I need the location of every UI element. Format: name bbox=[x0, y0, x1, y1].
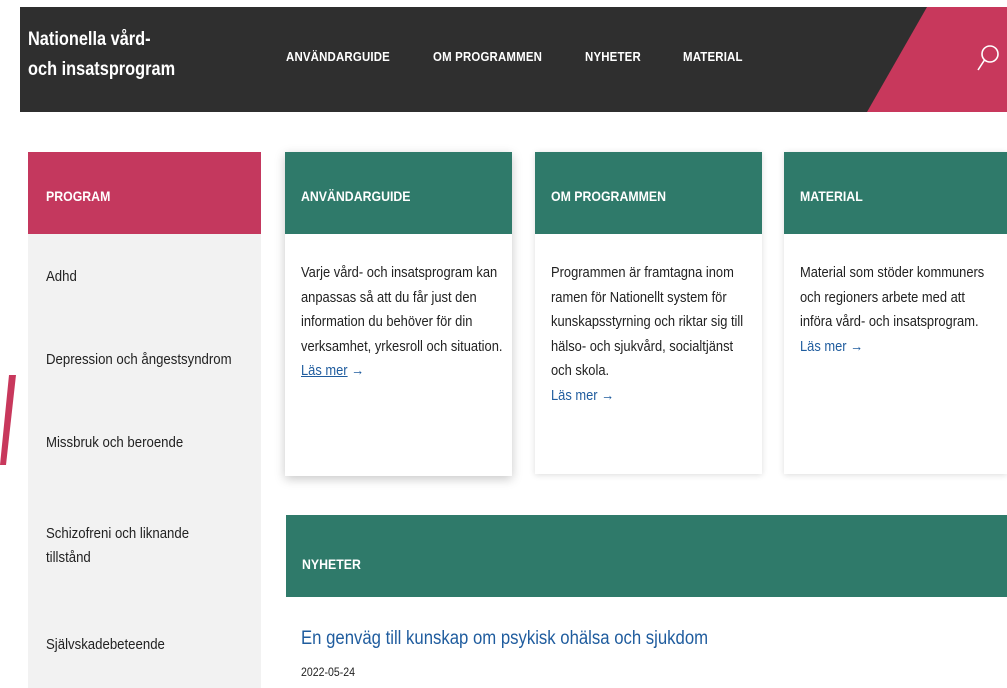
search-icon[interactable] bbox=[977, 43, 999, 73]
news-item-date: 2022-05-24 bbox=[301, 665, 356, 679]
news-item-title-link[interactable]: En genväg till kunskap om psykisk ohälsa… bbox=[301, 628, 708, 650]
site-logo-link[interactable]: Nationella vård- och insatsprogram bbox=[28, 25, 175, 85]
decorative-accent-shape bbox=[0, 375, 16, 465]
card-anvandarguide: ANVÄNDARGUIDE Varje vård- och insatsprog… bbox=[285, 152, 512, 476]
card-material: MATERIAL Material som stöder kommuners o… bbox=[784, 152, 1007, 474]
top-navigation-bar: Nationella vård- och insatsprogram ANVÄN… bbox=[20, 7, 1007, 112]
read-more-link[interactable]: Läs mer → bbox=[301, 362, 364, 379]
nav-material[interactable]: MATERIAL bbox=[683, 49, 743, 64]
sidebar-item-adhd[interactable]: Adhd bbox=[46, 265, 266, 289]
nav-om-programmen[interactable]: OM PROGRAMMEN bbox=[433, 49, 542, 64]
brand-line-1: Nationella vård- bbox=[28, 29, 151, 50]
card-text: Varje vård- och insatsprogram kan anpass… bbox=[301, 264, 503, 355]
sidebar-item-missbruk[interactable]: Missbruk och beroende bbox=[46, 431, 266, 455]
arrow-right-icon: → bbox=[351, 362, 365, 379]
brand-line-2: och insatsprogram bbox=[28, 59, 176, 80]
card-heading: OM PROGRAMMEN bbox=[535, 152, 762, 234]
card-text: Material som stöder kommuners och region… bbox=[800, 264, 985, 330]
sidebar-item-schizofreni[interactable]: Schizofreni och liknande tillstånd bbox=[46, 522, 213, 570]
nav-anvandarguide[interactable]: ANVÄNDARGUIDE bbox=[286, 49, 390, 64]
read-more-link[interactable]: Läs mer → bbox=[800, 338, 863, 355]
read-more-link[interactable]: Läs mer → bbox=[551, 387, 614, 404]
nav-nyheter[interactable]: NYHETER bbox=[585, 49, 641, 64]
card-om-programmen: OM PROGRAMMEN Programmen är framtagna in… bbox=[535, 152, 762, 474]
news-heading: NYHETER bbox=[286, 515, 1007, 597]
card-text: Programmen är framtagna inom ramen för N… bbox=[551, 264, 744, 379]
card-heading: ANVÄNDARGUIDE bbox=[285, 152, 512, 234]
arrow-right-icon: → bbox=[850, 337, 864, 355]
sidebar-heading: PROGRAM bbox=[28, 152, 261, 234]
card-heading: MATERIAL bbox=[784, 152, 1007, 234]
arrow-right-icon: → bbox=[601, 386, 615, 404]
sidebar-item-depression[interactable]: Depression och ångestsyndrom bbox=[46, 348, 266, 372]
sidebar-item-sjalvskada[interactable]: Självskadebeteende bbox=[46, 633, 266, 657]
program-sidebar: PROGRAM Adhd Depression och ångestsyndro… bbox=[28, 152, 261, 688]
